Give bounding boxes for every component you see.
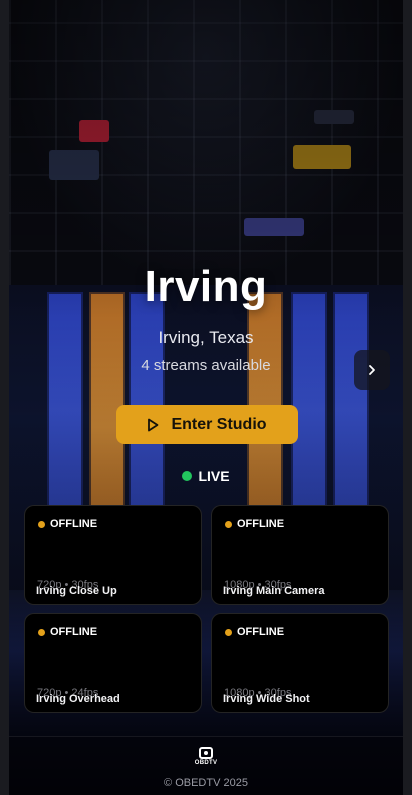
play-icon [148,418,159,431]
live-status-dot [182,471,193,481]
status-label: OFFLINE [50,518,98,530]
stream-card[interactable]: OFFLINE 720p • 30fps Irving Close Up [24,505,202,605]
stream-name: Irving Wide Shot [223,693,310,705]
status-badge: OFFLINE [225,626,284,638]
studio-title: Irving [144,262,268,311]
live-indicator: LIVE [9,468,403,484]
obdtv-logo[interactable]: OBDTV [194,747,218,766]
chevron-right-icon [369,365,375,375]
studio-location: Irving, Texas [158,328,254,347]
next-studio-button[interactable] [354,350,390,390]
status-badge: OFFLINE [225,518,284,530]
enter-studio-button[interactable]: Enter Studio [116,405,298,444]
offline-dot [225,520,232,528]
copyright-text: © OBEDTV 2025 [164,777,248,789]
stream-card[interactable]: OFFLINE 720p • 24fps Irving Overhead [24,613,202,713]
status-badge: OFFLINE [38,626,97,638]
status-label: OFFLINE [50,626,98,638]
tv-icon [199,747,213,759]
offline-dot [38,520,45,528]
live-label: LIVE [198,468,230,484]
frame-edge-right [403,0,412,795]
offline-dot [225,628,232,636]
status-badge: OFFLINE [38,518,97,530]
frame-edge-left [0,0,9,795]
status-label: OFFLINE [237,518,285,530]
streams-available-count: 4 streams available [141,357,271,374]
logo-text: OBDTV [194,760,218,766]
studio-screen: Irving Irving, Texas 4 streams available… [9,0,403,795]
footer: OBDTV © OBEDTV 2025 [9,736,403,795]
stream-name: Irving Main Camera [223,585,325,597]
stream-card[interactable]: OFFLINE 1080p • 30fps Irving Main Camera [211,505,389,605]
stream-card[interactable]: OFFLINE 1080p • 30fps Irving Wide Shot [211,613,389,713]
enter-studio-label: Enter Studio [171,415,267,433]
offline-dot [38,628,45,636]
stream-name: Irving Close Up [36,585,117,597]
stream-name: Irving Overhead [36,693,120,705]
status-label: OFFLINE [237,626,285,638]
